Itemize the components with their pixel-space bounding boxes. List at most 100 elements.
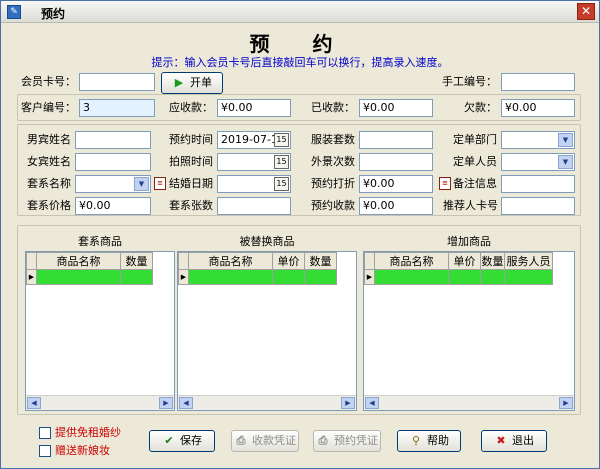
member-card-input[interactable] bbox=[79, 73, 155, 91]
groom-name-label: 男宾姓名 bbox=[27, 133, 71, 146]
receivable-label: 应收款： bbox=[169, 101, 213, 114]
table-cell[interactable] bbox=[448, 269, 481, 285]
close-icon: ✖ bbox=[496, 434, 506, 447]
outdoor-count-input[interactable] bbox=[359, 153, 433, 171]
printer-icon: ⎙ bbox=[236, 434, 246, 447]
appointment-time-input[interactable]: 2019-07-11 15 bbox=[217, 131, 291, 149]
member-card-label: 会员卡号： bbox=[21, 75, 76, 88]
column-header[interactable]: 单价 bbox=[448, 252, 481, 270]
column-header[interactable]: 单价 bbox=[272, 252, 305, 270]
replaced-items-title: 被替换商品 bbox=[239, 235, 295, 248]
referrer-card-input[interactable] bbox=[501, 197, 575, 215]
order-dept-select[interactable]: ▼ bbox=[501, 131, 575, 149]
order-person-label: 定单人员 bbox=[453, 155, 497, 168]
table-row[interactable]: ▶ bbox=[26, 269, 153, 285]
free-dress-checkbox[interactable] bbox=[39, 427, 51, 439]
chevron-down-icon[interactable]: ▼ bbox=[558, 155, 573, 169]
horizontal-scrollbar[interactable]: ◀ ▶ bbox=[364, 395, 574, 410]
gift-makeup-checkbox[interactable] bbox=[39, 445, 51, 457]
table-cell[interactable] bbox=[36, 269, 121, 285]
open-order-button[interactable]: ▶ 开单 bbox=[161, 72, 223, 94]
scroll-left-icon[interactable]: ◀ bbox=[27, 397, 41, 409]
added-items-title: 增加商品 bbox=[447, 235, 491, 248]
costume-count-label: 服装套数 bbox=[311, 133, 355, 146]
costume-count-input[interactable] bbox=[359, 131, 433, 149]
remarks-note-icon[interactable]: ≡ bbox=[439, 177, 451, 190]
checkmark-icon: ✔ bbox=[164, 434, 174, 447]
column-header[interactable]: 服务人员 bbox=[504, 252, 553, 270]
added-items-grid[interactable]: 商品名称 单价 数量 服务人员 ▶ ◀ ▶ bbox=[363, 251, 575, 411]
table-cell[interactable] bbox=[504, 269, 553, 285]
exit-button[interactable]: ✖ 退出 bbox=[481, 430, 547, 452]
package-price-label: 套系价格 bbox=[27, 199, 71, 212]
chevron-down-icon[interactable]: ▼ bbox=[558, 133, 573, 147]
scroll-right-icon[interactable]: ▶ bbox=[341, 397, 355, 409]
scroll-left-icon[interactable]: ◀ bbox=[365, 397, 379, 409]
calendar-icon[interactable]: 15 bbox=[274, 177, 289, 191]
table-cell[interactable] bbox=[272, 269, 305, 285]
owed-label: 欠款： bbox=[464, 101, 497, 114]
remarks-input[interactable] bbox=[501, 175, 575, 193]
calendar-icon[interactable]: 15 bbox=[274, 133, 289, 147]
table-row[interactable]: ▶ bbox=[364, 269, 553, 285]
bride-name-input[interactable] bbox=[75, 153, 151, 171]
booking-discount-label: 预约打折 bbox=[311, 177, 355, 190]
booking-discount-input[interactable]: ¥0.00 bbox=[359, 175, 433, 193]
package-sheets-input[interactable] bbox=[217, 197, 291, 215]
row-pointer-icon: ▶ bbox=[364, 269, 375, 285]
package-sheets-label: 套系张数 bbox=[169, 199, 213, 212]
table-cell[interactable] bbox=[304, 269, 337, 285]
play-icon: ▶ bbox=[174, 76, 184, 89]
payment-voucher-button-label: 收款凭证 bbox=[252, 434, 296, 447]
help-button[interactable]: ⚲ 帮助 bbox=[397, 430, 461, 452]
horizontal-scrollbar[interactable]: ◀ ▶ bbox=[26, 395, 174, 410]
booking-window: ✎ 预约 ✕ 预 约 提示：输入会员卡号后直接敲回车可以换行，提高录入速度。 会… bbox=[0, 0, 600, 469]
app-icon: ✎ bbox=[7, 5, 21, 19]
bride-name-label: 女宾姓名 bbox=[27, 155, 71, 168]
replaced-items-grid[interactable]: 商品名称 单价 数量 ▶ ◀ ▶ bbox=[177, 251, 357, 411]
photo-time-input[interactable]: 15 bbox=[217, 153, 291, 171]
magnifier-icon: ⚲ bbox=[411, 434, 421, 447]
booking-payment-input[interactable]: ¥0.00 bbox=[359, 197, 433, 215]
table-cell[interactable] bbox=[188, 269, 273, 285]
remarks-label: 备注信息 bbox=[453, 177, 497, 190]
column-header[interactable]: 商品名称 bbox=[188, 252, 273, 270]
row-pointer-icon: ▶ bbox=[26, 269, 37, 285]
chevron-down-icon[interactable]: ▼ bbox=[134, 177, 149, 191]
scroll-left-icon[interactable]: ◀ bbox=[179, 397, 193, 409]
title-bar[interactable]: ✎ 预约 ✕ bbox=[1, 1, 599, 23]
save-button-label: 保存 bbox=[180, 434, 202, 447]
column-header[interactable]: 数量 bbox=[120, 252, 153, 270]
column-header[interactable]: 数量 bbox=[480, 252, 505, 270]
scroll-right-icon[interactable]: ▶ bbox=[559, 397, 573, 409]
gift-makeup-label: 赠送新娘妆 bbox=[55, 444, 110, 457]
row-indicator-header bbox=[364, 252, 375, 270]
close-icon[interactable]: ✕ bbox=[577, 3, 595, 20]
manual-no-label: 手工编号： bbox=[442, 75, 497, 88]
package-name-select[interactable]: ▼ bbox=[75, 175, 151, 193]
page-title: 预 约 bbox=[249, 32, 351, 56]
horizontal-scrollbar[interactable]: ◀ ▶ bbox=[178, 395, 356, 410]
table-cell[interactable] bbox=[480, 269, 505, 285]
column-header[interactable]: 商品名称 bbox=[36, 252, 121, 270]
calendar-icon[interactable]: 15 bbox=[274, 155, 289, 169]
wedding-date-input[interactable]: 15 bbox=[217, 175, 291, 193]
free-dress-label: 提供免租婚纱 bbox=[55, 426, 121, 439]
booking-voucher-button[interactable]: ⎙ 预约凭证 bbox=[313, 430, 381, 452]
manual-no-input[interactable] bbox=[501, 73, 575, 91]
package-price-input[interactable]: ¥0.00 bbox=[75, 197, 151, 215]
table-cell[interactable] bbox=[120, 269, 153, 285]
scroll-right-icon[interactable]: ▶ bbox=[159, 397, 173, 409]
groom-name-input[interactable] bbox=[75, 131, 151, 149]
package-lookup-icon[interactable]: ≡ bbox=[154, 177, 166, 190]
table-row[interactable]: ▶ bbox=[178, 269, 337, 285]
package-items-grid[interactable]: 商品名称 数量 ▶ ◀ ▶ bbox=[25, 251, 175, 411]
help-button-label: 帮助 bbox=[427, 434, 449, 447]
column-header[interactable]: 商品名称 bbox=[374, 252, 449, 270]
column-header[interactable]: 数量 bbox=[304, 252, 337, 270]
save-button[interactable]: ✔ 保存 bbox=[149, 430, 215, 452]
table-cell[interactable] bbox=[374, 269, 449, 285]
payment-voucher-button[interactable]: ⎙ 收款凭证 bbox=[231, 430, 299, 452]
referrer-card-label: 推荐人卡号 bbox=[443, 199, 498, 212]
order-person-select[interactable]: ▼ bbox=[501, 153, 575, 171]
